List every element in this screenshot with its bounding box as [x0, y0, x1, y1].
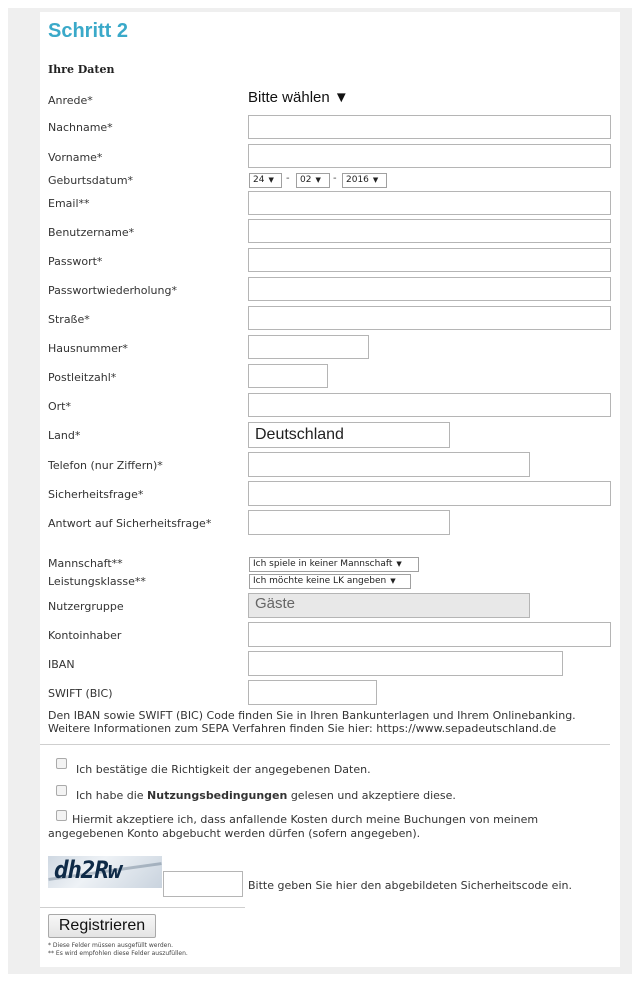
sicherheitsfrage-label: Sicherheitsfrage*	[48, 488, 144, 501]
kontoinhaber-label: Kontoinhaber	[48, 629, 122, 642]
costs-label-line2: angegebenen Konto abgebucht werden dürfe…	[48, 827, 421, 840]
ort-input[interactable]	[248, 393, 611, 417]
hausnummer-label: Hausnummer*	[48, 342, 128, 355]
anrede-select[interactable]: Bitte wählen ▼	[248, 89, 349, 109]
land-label: Land*	[48, 429, 81, 442]
nutzergruppe-label: Nutzergruppe	[48, 600, 124, 613]
antwort-input[interactable]	[248, 510, 450, 535]
sepa-info-line: Weitere Informationen zum SEPA Verfahren…	[48, 722, 557, 735]
strasse-label: Straße*	[48, 313, 90, 326]
benutzername-label: Benutzername*	[48, 226, 135, 239]
plz-input[interactable]	[248, 364, 328, 388]
passwort-wiederholung-input[interactable]	[248, 277, 611, 301]
leistungsklasse-label: Leistungsklasse**	[48, 575, 146, 588]
email-label: Email**	[48, 197, 90, 210]
sicherheitsfrage-input[interactable]	[248, 481, 611, 506]
sepa-info-text: Den IBAN sowie SWIFT (BIC) Code finden S…	[48, 709, 628, 735]
iban-input[interactable]	[248, 651, 563, 676]
nachname-input[interactable]	[248, 115, 611, 139]
date-separator: -	[333, 173, 337, 184]
vorname-input[interactable]	[248, 144, 611, 168]
kontoinhaber-input[interactable]	[248, 622, 611, 647]
captcha-code: dh2Rw	[54, 856, 122, 884]
terms-checkbox[interactable]	[56, 785, 67, 796]
footnote-required: * Diese Felder müssen ausgefüllt werden.	[48, 942, 174, 949]
telefon-label: Telefon (nur Ziffern)*	[48, 459, 163, 472]
ort-label: Ort*	[48, 400, 71, 413]
passwort-label: Passwort*	[48, 255, 103, 268]
passwort-wiederholung-label: Passwortwiederholung*	[48, 284, 177, 297]
dropdown-arrow-icon: ▼	[390, 577, 396, 585]
dropdown-arrow-icon: ▼	[315, 176, 321, 184]
captcha-image: dh2Rw	[48, 856, 162, 888]
vorname-label: Vorname*	[48, 151, 103, 164]
land-input[interactable]: Deutschland	[248, 422, 450, 448]
costs-checkbox[interactable]	[56, 810, 67, 821]
geburtsdatum-label: Geburtsdatum*	[48, 174, 134, 187]
birth-year-select[interactable]: 2016 ▼	[342, 173, 387, 188]
footnote-recommended: ** Es wird empfohlen diese Felder auszuf…	[48, 950, 188, 957]
dropdown-arrow-icon: ▼	[372, 176, 379, 184]
hausnummer-input[interactable]	[248, 335, 369, 359]
costs-label-line1: Hiermit akzeptiere ich, dass anfallende …	[72, 813, 539, 826]
telefon-input[interactable]	[248, 452, 530, 477]
passwort-input[interactable]	[248, 248, 611, 272]
divider	[40, 907, 245, 908]
birth-day-select[interactable]: 24 ▼	[249, 173, 282, 188]
terms-label: Ich habe die Nutzungsbedingungen gelesen…	[76, 789, 456, 802]
section-title: Ihre Daten	[48, 63, 115, 76]
plz-label: Postleitzahl*	[48, 371, 117, 384]
register-button[interactable]: Registrieren	[48, 914, 156, 938]
nachname-label: Nachname*	[48, 121, 113, 134]
confirm-data-label: Ich bestätige die Richtigkeit der angege…	[76, 763, 371, 776]
email-input[interactable]	[248, 191, 611, 215]
mannschaft-label: Mannschaft**	[48, 557, 123, 570]
swift-input[interactable]	[248, 680, 377, 705]
swift-label: SWIFT (BIC)	[48, 687, 113, 700]
benutzername-input[interactable]	[248, 219, 611, 243]
anrede-label: Anrede*	[48, 94, 93, 107]
page-title: Schritt 2	[48, 20, 129, 42]
terms-link[interactable]: Nutzungsbedingungen	[147, 789, 287, 802]
iban-label: IBAN	[48, 658, 75, 671]
sepa-info-line: Den IBAN sowie SWIFT (BIC) Code finden S…	[48, 709, 576, 722]
mannschaft-select[interactable]: Ich spiele in keiner Mannschaft ▼	[249, 557, 419, 572]
date-separator: -	[286, 173, 290, 184]
nutzergruppe-input: Gäste	[248, 593, 530, 618]
divider	[40, 744, 610, 745]
captcha-input[interactable]	[163, 871, 243, 897]
dropdown-arrow-icon: ▼	[396, 560, 402, 568]
antwort-label: Antwort auf Sicherheitsfrage*	[48, 517, 212, 530]
captcha-hint: Bitte geben Sie hier den abgebildeten Si…	[248, 879, 572, 892]
confirm-data-checkbox[interactable]	[56, 758, 67, 769]
dropdown-arrow-icon: ▼	[268, 176, 274, 184]
strasse-input[interactable]	[248, 306, 611, 330]
birth-month-select[interactable]: 02 ▼	[296, 173, 330, 188]
leistungsklasse-select[interactable]: Ich möchte keine LK angeben ▼	[249, 574, 411, 589]
